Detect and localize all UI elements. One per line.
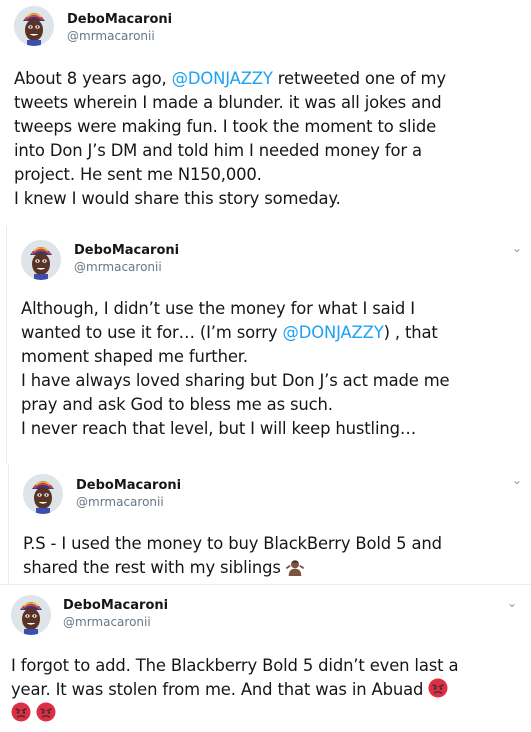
text-line: P.S - I used the money to buy BlackBerry… bbox=[23, 534, 442, 553]
author-name[interactable]: DeboMacaroni bbox=[63, 598, 168, 613]
tweet-3[interactable]: DeboMacaroni @mrmacaronii ⌄ P.S - I used… bbox=[9, 464, 531, 584]
author-handle[interactable]: @mrmacaronii bbox=[67, 29, 155, 43]
author-name[interactable]: DeboMacaroni bbox=[74, 243, 179, 258]
author-handle[interactable]: @mrmacaronii bbox=[76, 495, 164, 509]
avatar[interactable] bbox=[21, 240, 61, 280]
text-line: About 8 years ago, @DONJAZZY retweeted o… bbox=[14, 69, 446, 88]
text-line: tweets wherein I made a blunder. it was … bbox=[14, 93, 442, 112]
text-line: I have always loved sharing but Don J’s … bbox=[21, 371, 450, 390]
mention-link[interactable]: @DONJAZZY bbox=[283, 323, 384, 342]
text-line: Although, I didn’t use the money for wha… bbox=[21, 299, 415, 318]
text-line: shared the rest with my siblings bbox=[23, 556, 442, 580]
text-line: tweeps were making fun. I took the momen… bbox=[14, 117, 437, 136]
text-line bbox=[11, 702, 458, 726]
text-line: I knew I would share this story someday. bbox=[14, 189, 341, 208]
chevron-down-icon[interactable]: ⌄ bbox=[512, 474, 522, 486]
author-handle[interactable]: @mrmacaronii bbox=[63, 615, 151, 629]
avatar[interactable] bbox=[14, 6, 54, 46]
avatar[interactable] bbox=[11, 595, 51, 635]
text-line: year. It was stolen from me. And that wa… bbox=[11, 678, 458, 702]
avatar-image bbox=[21, 240, 61, 280]
author-name[interactable]: DeboMacaroni bbox=[76, 478, 181, 493]
tweet-1[interactable]: DeboMacaroni @mrmacaronii About 8 years … bbox=[0, 0, 531, 230]
author-name[interactable]: DeboMacaroni bbox=[67, 12, 172, 27]
avatar-image bbox=[11, 595, 51, 635]
text-line: moment shaped me further. bbox=[21, 347, 248, 366]
tweet-text: I forgot to add. The Blackberry Bold 5 d… bbox=[11, 654, 458, 726]
text-line: pray and ask God to bless me as such. bbox=[21, 395, 333, 414]
tweet-text: P.S - I used the money to buy BlackBerry… bbox=[23, 532, 442, 580]
author-handle[interactable]: @mrmacaronii bbox=[74, 260, 162, 274]
avatar-image bbox=[14, 6, 54, 46]
angry-face-icon bbox=[11, 702, 31, 722]
chevron-down-icon[interactable]: ⌄ bbox=[512, 242, 522, 254]
mention-link[interactable]: @DONJAZZY bbox=[172, 69, 273, 88]
tweet-text: About 8 years ago, @DONJAZZY retweeted o… bbox=[14, 67, 446, 211]
avatar[interactable] bbox=[23, 474, 63, 514]
text-line: project. He sent me N150,000. bbox=[14, 165, 262, 184]
angry-face-icon bbox=[428, 678, 448, 698]
text-line: into Don J’s DM and told him I needed mo… bbox=[14, 141, 422, 160]
text-line: wanted to use it for… (I’m sorry @DONJAZ… bbox=[21, 323, 438, 342]
angry-face-icon bbox=[36, 702, 56, 722]
tweet-text: Although, I didn’t use the money for wha… bbox=[21, 297, 450, 441]
chevron-down-icon[interactable]: ⌄ bbox=[507, 597, 517, 609]
text-line: I forgot to add. The Blackberry Bold 5 d… bbox=[11, 656, 459, 675]
tweet-2[interactable]: DeboMacaroni @mrmacaronii ⌄ Although, I … bbox=[7, 230, 531, 464]
avatar-image bbox=[23, 474, 63, 514]
person-shrugging-icon bbox=[286, 558, 304, 576]
text-line: I never reach that level, but I will kee… bbox=[21, 419, 417, 438]
tweet-4[interactable]: DeboMacaroni @mrmacaronii ⌄ I forgot to … bbox=[0, 585, 531, 732]
